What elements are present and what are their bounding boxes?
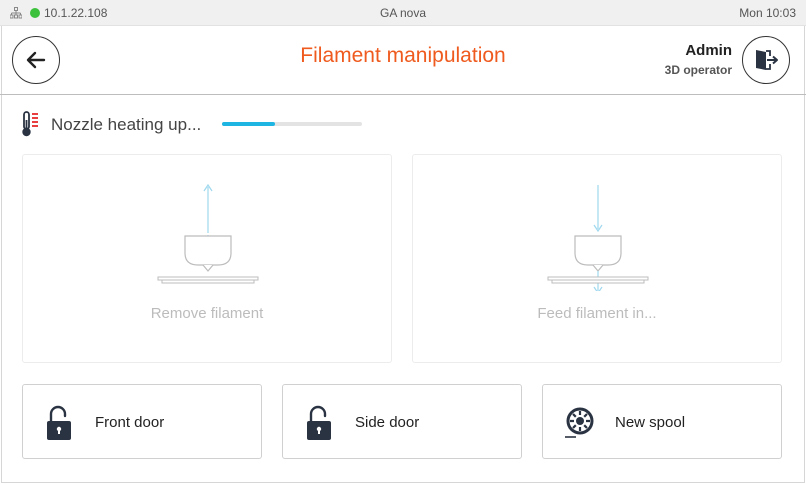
thermometer-icon	[22, 111, 38, 137]
nozzle-feed-icon	[547, 185, 649, 291]
status-bar: 10.1.22.108 GA nova Mon 10:03	[0, 0, 806, 26]
side-door-button[interactable]: Side door	[282, 384, 522, 459]
header: Filament manipulation Admin 3D operator	[0, 26, 806, 95]
new-spool-button[interactable]: New spool	[542, 384, 782, 459]
remove-filament-label: Remove filament	[150, 305, 264, 322]
nozzle-remove-icon	[157, 183, 259, 284]
heating-label: Nozzle heating up...	[51, 115, 202, 134]
remove-filament-button[interactable]: Remove filament	[22, 154, 392, 363]
clock: Mon 10:03	[739, 6, 796, 20]
front-door-label: Front door	[95, 414, 165, 431]
side-door-label: Side door	[355, 414, 420, 431]
user-name: Admin	[685, 42, 732, 59]
feed-filament-label: Feed filament in...	[537, 305, 657, 322]
front-door-button[interactable]: Front door	[22, 384, 262, 459]
feed-filament-button[interactable]: Feed filament in...	[412, 154, 782, 363]
unlocked-padlock-icon	[307, 405, 331, 440]
heating-progress-bar	[222, 122, 362, 126]
device-name: GA nova	[379, 6, 427, 20]
new-spool-label: New spool	[615, 414, 686, 431]
logout-icon	[756, 50, 778, 70]
user-role: 3D operator	[664, 63, 732, 77]
unlocked-padlock-icon	[47, 405, 71, 440]
logout-button[interactable]	[742, 36, 790, 84]
spool-icon	[565, 407, 594, 438]
heating-progress-fill	[222, 122, 276, 126]
